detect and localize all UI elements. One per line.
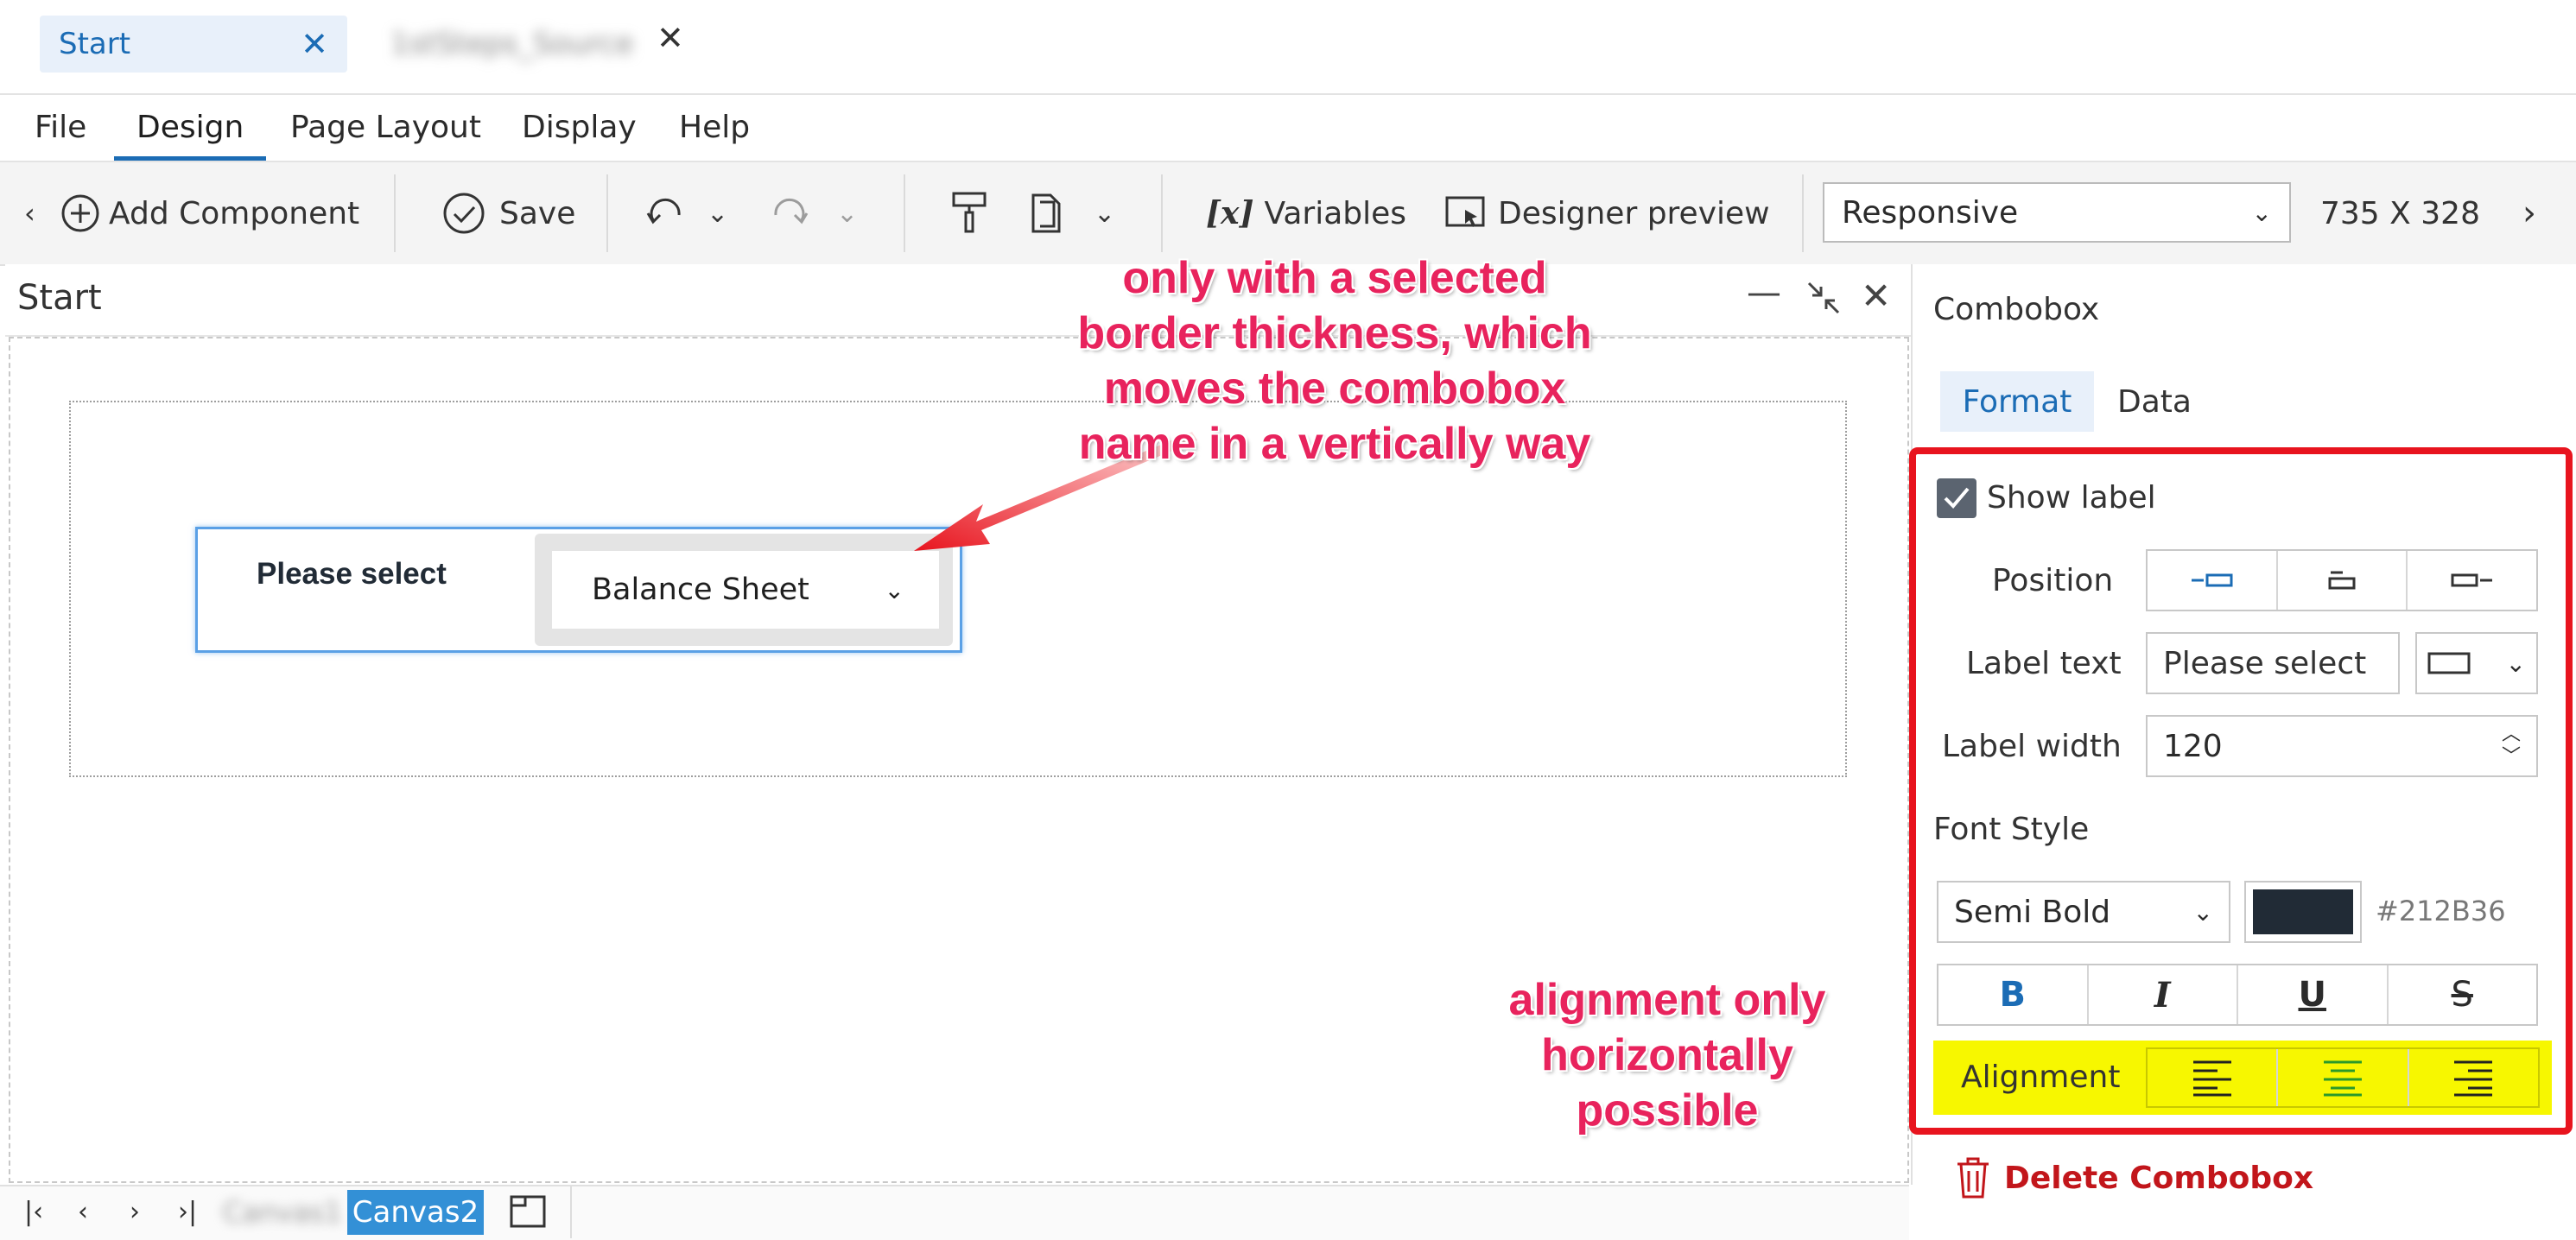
chevron-down-icon: ⌄ (884, 575, 904, 604)
add-component-button[interactable]: Add Component (60, 162, 359, 264)
align-left-icon (2192, 1060, 2231, 1097)
first-page-icon[interactable]: |‹ (24, 1186, 43, 1238)
close-icon[interactable]: ✕ (1861, 275, 1891, 317)
next-page-icon[interactable]: › (130, 1186, 140, 1238)
undo-dropdown-chevron-icon[interactable]: ⌄ (707, 162, 728, 264)
canvas-tab-2[interactable]: Canvas2 (347, 1190, 484, 1235)
tab-source-label: 1stSteps_Source (390, 27, 634, 61)
tab-start-label: Start (59, 27, 131, 61)
chevron-left-icon[interactable]: ‹ (24, 162, 35, 264)
alignment-segmented-control (2146, 1047, 2540, 1108)
menu-file[interactable]: File (35, 95, 86, 161)
canvas-tab-1[interactable]: Canvas1 (223, 1190, 342, 1235)
layout-mode-select[interactable]: Responsive ⌄ (1823, 182, 2291, 243)
divider (904, 174, 905, 252)
align-right-icon (2454, 1060, 2493, 1097)
align-right-button[interactable] (2409, 1049, 2538, 1106)
collapse-icon[interactable] (1804, 278, 1843, 321)
designer-preview-label: Designer preview (1498, 195, 1770, 231)
chevron-down-icon: ⌄ (2251, 198, 2272, 227)
tab-source[interactable]: 1stSteps_Source (371, 16, 700, 73)
variables-button[interactable]: [x] Variables (1206, 162, 1406, 264)
menu-bar: File Design Page Layout Display Help (0, 95, 2576, 162)
trash-icon (1957, 1157, 1989, 1199)
canvas-title-bar: Start — ✕ (5, 264, 1911, 337)
paint-roller-icon (952, 192, 987, 233)
copy-dropdown-chevron-icon[interactable]: ⌄ (1094, 162, 1115, 264)
previous-page-icon[interactable]: ‹ (78, 1186, 88, 1238)
properties-title: Combobox (1933, 292, 2100, 327)
add-circle-icon (61, 194, 99, 232)
annotation-border-thickness: only with a selected border thickness, w… (1077, 253, 1592, 469)
close-icon[interactable]: ✕ (657, 19, 684, 58)
redo-button[interactable] (769, 162, 810, 264)
align-center-icon (2323, 1060, 2362, 1097)
preview-cursor-icon (1445, 196, 1485, 227)
align-center-button[interactable] (2278, 1049, 2409, 1106)
tab-data[interactable]: Data (2103, 371, 2206, 432)
delete-combobox-label: Delete Combobox (2004, 1160, 2314, 1196)
menu-display[interactable]: Display (522, 95, 637, 161)
close-icon[interactable]: ✕ (301, 25, 328, 63)
variables-icon: [x] (1206, 195, 1254, 231)
designer-preview-button[interactable]: Designer preview (1444, 162, 1770, 264)
combobox-select[interactable]: Balance Sheet ⌄ (552, 551, 939, 629)
combobox-frame: Balance Sheet ⌄ (535, 534, 953, 646)
divider (606, 174, 608, 252)
last-page-icon[interactable]: ›| (178, 1186, 197, 1238)
align-left-button[interactable] (2148, 1049, 2279, 1106)
check-circle-icon (443, 193, 485, 234)
alignment-label: Alignment (1961, 1060, 2121, 1095)
redo-icon (774, 198, 809, 225)
highlight-box (1909, 447, 2573, 1135)
tab-start[interactable]: Start ✕ (40, 16, 347, 73)
undo-button[interactable] (644, 162, 686, 264)
undo-icon (646, 198, 681, 225)
format-painter-button[interactable] (950, 162, 988, 264)
document-tab-bar: Start ✕ 1stSteps_Source ✕ (0, 0, 2576, 95)
redo-dropdown-chevron-icon[interactable]: ⌄ (836, 162, 858, 264)
delete-combobox-button[interactable]: Delete Combobox (1954, 1155, 2313, 1200)
copy-format-button[interactable] (1028, 162, 1066, 264)
alignment-row: Alignment (1933, 1041, 2552, 1115)
divider (1161, 174, 1163, 252)
menu-page-layout[interactable]: Page Layout (290, 95, 481, 161)
variables-label: Variables (1264, 195, 1407, 231)
canvas-navigation-bar: |‹ ‹ › ›| Canvas1 Canvas2 (0, 1185, 1909, 1240)
add-component-label: Add Component (109, 195, 360, 231)
copy-icon (1031, 193, 1061, 233)
layout-mode-value: Responsive (1842, 194, 2019, 231)
menu-help[interactable]: Help (679, 95, 750, 161)
minimize-icon[interactable]: — (1747, 273, 1781, 313)
canvas-dimensions: 735 X 328 (2320, 195, 2480, 231)
add-canvas-icon[interactable] (510, 1195, 546, 1231)
combobox-value: Balance Sheet (592, 573, 809, 607)
divider (394, 174, 396, 252)
combobox-label: Please select (257, 557, 447, 591)
menu-design[interactable]: Design (114, 95, 267, 161)
canvas-title: Start (17, 278, 102, 318)
combobox-component[interactable]: Please select Balance Sheet ⌄ (195, 527, 962, 653)
chevron-right-icon[interactable]: › (2522, 162, 2536, 264)
divider (570, 1186, 572, 1238)
save-label: Save (499, 195, 576, 231)
annotation-alignment: alignment only horizontally possible (1508, 975, 1826, 1136)
tab-format[interactable]: Format (1940, 371, 2094, 432)
save-button[interactable]: Save (442, 162, 575, 264)
divider (1802, 174, 1804, 252)
